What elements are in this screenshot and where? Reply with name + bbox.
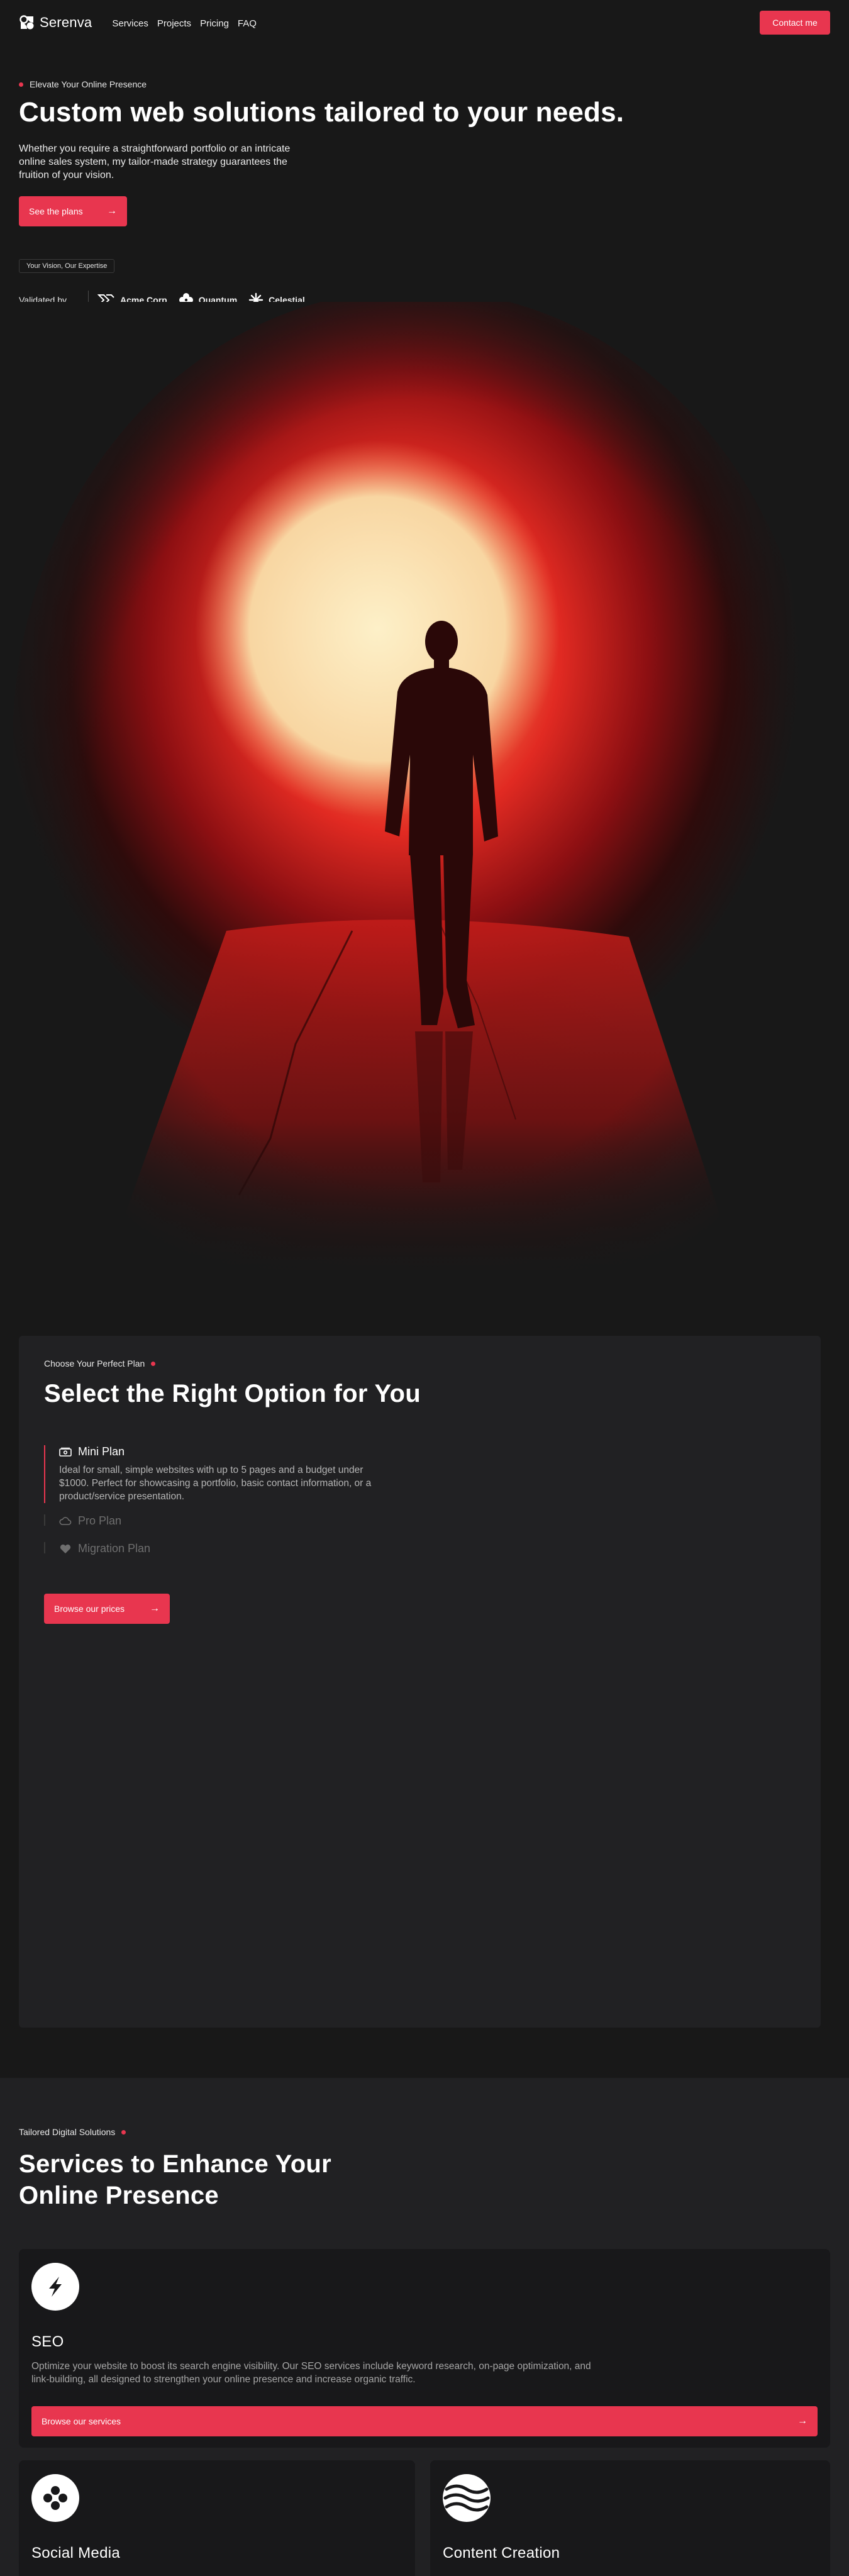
four-dots-icon: [43, 2486, 67, 2510]
plan-description: Ideal for small, simple websites with up…: [59, 1465, 372, 1502]
expertise-badge: Your Vision, Our Expertise: [19, 259, 115, 273]
service-description: Optimize your website to boost its searc…: [31, 2361, 591, 2385]
service-icon-badge: [31, 2263, 79, 2311]
contact-button[interactable]: Contact me: [760, 11, 830, 35]
brand-name: Serenva: [40, 14, 92, 30]
service-card-content-creation: Content Creation: [430, 2460, 830, 2576]
service-card-social-media: Social Media: [19, 2460, 415, 2576]
plan-name: Mini Plan: [78, 1445, 125, 1458]
nav-link-pricing[interactable]: Pricing: [200, 18, 229, 29]
hero-eyebrow-text: Elevate Your Online Presence: [30, 79, 147, 89]
see-plans-label: See the plans: [29, 206, 83, 216]
arrow-right-icon: →: [797, 2416, 807, 2426]
service-card-seo: SEO Optimize your website to boost its s…: [19, 2249, 830, 2448]
hero-tunnel-image: [0, 302, 849, 1321]
hero-title: Custom web solutions tailored to your ne…: [19, 97, 624, 128]
plan-item-pro[interactable]: Pro Plan: [44, 1514, 384, 1542]
browse-prices-button[interactable]: Browse our prices →: [44, 1594, 170, 1624]
nav-links: Services Projects Pricing FAQ: [112, 18, 257, 29]
money-icon: [59, 1447, 72, 1457]
plan-item-migration[interactable]: Migration Plan: [44, 1542, 384, 1570]
waves-icon: [443, 2484, 490, 2512]
service-name: SEO: [31, 2333, 64, 2350]
cloud-icon: [59, 1516, 72, 1525]
nav-link-projects[interactable]: Projects: [157, 18, 191, 29]
services-eyebrow-text: Tailored Digital Solutions: [19, 2127, 116, 2137]
plans-title: Select the Right Option for You: [44, 1380, 421, 1407]
plan-heading: Mini Plan: [59, 1445, 384, 1458]
logo[interactable]: Serenva: [19, 14, 92, 31]
accent-dot: [121, 2129, 126, 2135]
plan-name: Migration Plan: [78, 1542, 151, 1555]
plan-item-mini[interactable]: Mini Plan Ideal for small, simple websit…: [44, 1445, 384, 1514]
arrow-right-icon: →: [107, 206, 117, 216]
lightning-icon: [49, 2277, 62, 2297]
nav-link-services[interactable]: Services: [112, 18, 148, 29]
hero-subtitle: Whether you require a straightforward po…: [19, 143, 291, 180]
service-icon-badge: [443, 2474, 491, 2522]
plans-card: Choose Your Perfect Plan Select the Righ…: [19, 1336, 821, 2028]
service-name: Content Creation: [443, 2545, 560, 2562]
top-nav: Serenva Services Projects Pricing FAQ Co…: [19, 11, 830, 35]
plan-indicator: [44, 1514, 45, 1526]
accent-dot: [151, 1361, 156, 1366]
plan-heading: Pro Plan: [59, 1514, 384, 1528]
plan-indicator: [44, 1542, 45, 1553]
service-name: Social Media: [31, 2545, 121, 2562]
services-section: Tailored Digital Solutions Services to E…: [0, 2078, 849, 2576]
accent-dot: [19, 82, 23, 87]
plan-name: Pro Plan: [78, 1514, 122, 1527]
plan-list: Mini Plan Ideal for small, simple websit…: [44, 1445, 384, 1570]
browse-services-button[interactable]: Browse our services →: [31, 2406, 818, 2436]
nav-link-faq[interactable]: FAQ: [238, 18, 257, 29]
heart-icon: [60, 1544, 71, 1553]
browse-services-label: Browse our services: [42, 2416, 121, 2426]
hero-eyebrow: Elevate Your Online Presence: [19, 79, 147, 89]
browse-prices-label: Browse our prices: [54, 1604, 125, 1614]
see-plans-button[interactable]: See the plans →: [19, 196, 127, 226]
plans-eyebrow: Choose Your Perfect Plan: [44, 1358, 156, 1368]
plans-eyebrow-text: Choose Your Perfect Plan: [44, 1358, 145, 1368]
services-eyebrow: Tailored Digital Solutions: [19, 2127, 126, 2137]
plan-heading: Migration Plan: [59, 1542, 384, 1555]
service-icon-badge: [31, 2474, 79, 2522]
plan-indicator: [44, 1445, 45, 1503]
arrow-right-icon: →: [150, 1603, 160, 1614]
services-title: Services to Enhance Your Online Presence: [19, 2150, 332, 2209]
logo-icon: [19, 15, 34, 30]
